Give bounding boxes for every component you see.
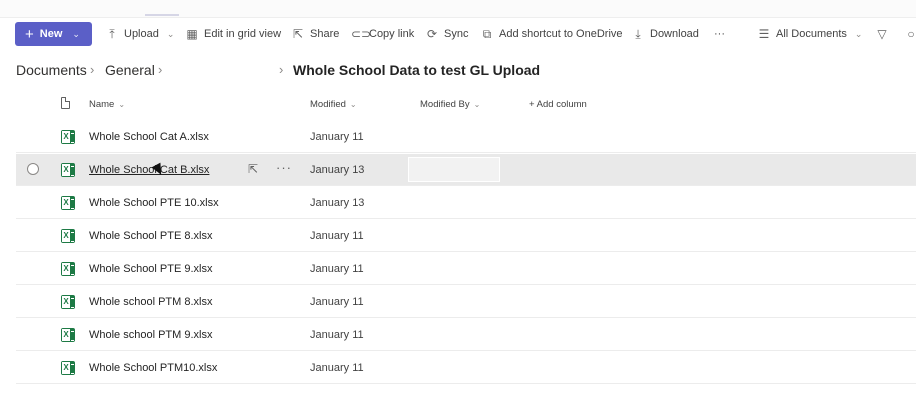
add-column-button[interactable]: + Add column bbox=[529, 99, 587, 110]
excel-icon: X bbox=[61, 229, 75, 243]
sync-icon: ⟳ bbox=[426, 27, 438, 41]
view-label: All Documents bbox=[776, 28, 847, 40]
column-header-name[interactable]: Name ⌄ bbox=[89, 99, 125, 110]
copy-link-button[interactable]: ⊂⊃ Copy link bbox=[351, 25, 414, 43]
download-button[interactable]: ⤓ Download bbox=[632, 25, 699, 43]
modified-date: January 11 bbox=[310, 329, 364, 341]
download-label: Download bbox=[650, 28, 699, 40]
upload-label: Upload bbox=[124, 28, 159, 40]
tab-indicator bbox=[145, 14, 179, 16]
excel-icon: X bbox=[61, 196, 75, 210]
chevron-right-icon: › bbox=[279, 62, 284, 77]
chevron-down-icon: ⌄ bbox=[473, 100, 481, 109]
share-label: Share bbox=[310, 28, 340, 40]
modified-date: January 11 bbox=[310, 263, 364, 275]
modified-date: January 11 bbox=[310, 230, 364, 242]
download-icon: ⤓ bbox=[635, 26, 641, 41]
file-name[interactable]: Whole school PTM 9.xlsx bbox=[89, 329, 212, 341]
copy-link-label: Copy link bbox=[369, 28, 415, 40]
edit-grid-view-label: Edit in grid view bbox=[204, 28, 282, 40]
add-shortcut-button[interactable]: ⧉ Add shortcut to OneDrive bbox=[481, 25, 623, 43]
breadcrumb-documents[interactable]: Documents bbox=[16, 62, 87, 78]
upload-icon: ⤒ bbox=[109, 26, 115, 41]
file-name[interactable]: Whole School PTE 8.xlsx bbox=[89, 230, 213, 242]
chevron-down-icon: ⌄ bbox=[72, 28, 80, 39]
new-button[interactable]: + New ⌄ bbox=[15, 22, 92, 46]
excel-icon: X bbox=[61, 262, 75, 276]
excel-icon: X bbox=[61, 163, 75, 177]
chevron-down-icon: ⌄ bbox=[349, 100, 357, 109]
chevron-right-icon: › bbox=[158, 62, 163, 77]
command-bar: + New ⌄ ⤒ Upload ⌄ ▦ Edit in grid view ⇱… bbox=[0, 20, 916, 48]
file-name[interactable]: Whole school PTM 8.xlsx bbox=[89, 296, 212, 308]
share-icon[interactable]: ⇱ bbox=[248, 162, 258, 176]
table-row[interactable]: X Whole School PTM10.xlsx January 11 bbox=[16, 352, 916, 384]
chevron-right-icon: › bbox=[90, 62, 95, 77]
info-icon: ○ bbox=[907, 27, 915, 41]
plus-icon: + bbox=[25, 25, 34, 43]
link-icon: ⊂⊃ bbox=[351, 27, 372, 41]
table-row[interactable]: X Whole School Cat B.xlsx ⇱ ··· January … bbox=[16, 154, 916, 186]
table-row[interactable]: X Whole School Cat A.xlsx January 11 bbox=[16, 121, 916, 153]
column-modified-label: Modified bbox=[310, 99, 346, 110]
sync-label: Sync bbox=[444, 28, 469, 40]
modified-date: January 11 bbox=[310, 131, 364, 143]
modified-date: January 11 bbox=[310, 296, 364, 308]
page-title: Whole School Data to test GL Upload bbox=[293, 62, 541, 78]
modified-date: January 13 bbox=[310, 164, 365, 176]
column-header-modified-by[interactable]: Modified By ⌄ bbox=[420, 99, 480, 110]
excel-icon: X bbox=[61, 328, 75, 342]
list-view-icon: ☰ bbox=[758, 27, 770, 41]
new-label: New bbox=[39, 28, 63, 40]
filter-icon: ▽ bbox=[877, 27, 887, 41]
table-row[interactable]: X Whole School PTE 9.xlsx January 11 bbox=[16, 253, 916, 285]
file-name[interactable]: Whole School Cat B.xlsx bbox=[89, 164, 209, 176]
view-selector[interactable]: ☰ All Documents ⌄ bbox=[758, 25, 863, 43]
modified-date: January 13 bbox=[310, 197, 365, 209]
edit-grid-view-button[interactable]: ▦ Edit in grid view bbox=[186, 25, 281, 43]
table-row[interactable]: X Whole School PTE 10.xlsx January 13 bbox=[16, 187, 916, 219]
breadcrumb-general[interactable]: General bbox=[105, 62, 155, 78]
chevron-down-icon: ⌄ bbox=[854, 28, 863, 39]
sync-button[interactable]: ⟳ Sync bbox=[426, 25, 469, 43]
share-button[interactable]: ⇱ Share bbox=[292, 25, 339, 43]
file-name[interactable]: Whole School PTE 10.xlsx bbox=[89, 197, 219, 209]
modified-by-cell[interactable] bbox=[408, 157, 500, 182]
file-name[interactable]: Whole School Cat A.xlsx bbox=[89, 131, 209, 143]
modified-date: January 11 bbox=[310, 362, 364, 374]
excel-icon: X bbox=[61, 295, 75, 309]
column-name-label: Name bbox=[89, 99, 115, 110]
row-select-radio[interactable] bbox=[27, 163, 39, 175]
table-row[interactable]: X Whole school PTM 8.xlsx January 11 bbox=[16, 286, 916, 318]
column-header-modified[interactable]: Modified ⌄ bbox=[310, 99, 357, 110]
file-type-header-icon[interactable] bbox=[61, 97, 70, 109]
share-icon: ⇱ bbox=[292, 27, 304, 41]
add-column-label: + Add column bbox=[529, 99, 587, 110]
shortcut-icon: ⧉ bbox=[482, 26, 492, 41]
chevron-down-icon: ⌄ bbox=[166, 28, 175, 39]
filter-button[interactable]: ▽ bbox=[876, 25, 888, 43]
file-name[interactable]: Whole School PTM10.xlsx bbox=[89, 362, 217, 374]
info-button[interactable]: ○ bbox=[905, 25, 916, 43]
upload-button[interactable]: ⤒ Upload ⌄ bbox=[106, 25, 174, 43]
excel-icon: X bbox=[61, 361, 75, 375]
grid-icon: ▦ bbox=[186, 27, 198, 41]
top-strip bbox=[0, 0, 916, 18]
table-row[interactable]: X Whole School PTE 8.xlsx January 11 bbox=[16, 220, 916, 252]
more-commands-button[interactable]: ··· bbox=[714, 25, 725, 43]
file-name[interactable]: Whole School PTE 9.xlsx bbox=[89, 263, 213, 275]
more-icon: ··· bbox=[714, 28, 725, 40]
chevron-down-icon: ⌄ bbox=[118, 100, 126, 109]
column-modified-by-label: Modified By bbox=[420, 99, 470, 110]
add-shortcut-label: Add shortcut to OneDrive bbox=[499, 28, 623, 40]
excel-icon: X bbox=[61, 130, 75, 144]
table-row[interactable]: X Whole school PTM 9.xlsx January 11 bbox=[16, 319, 916, 351]
more-actions-icon[interactable]: ··· bbox=[276, 160, 292, 175]
